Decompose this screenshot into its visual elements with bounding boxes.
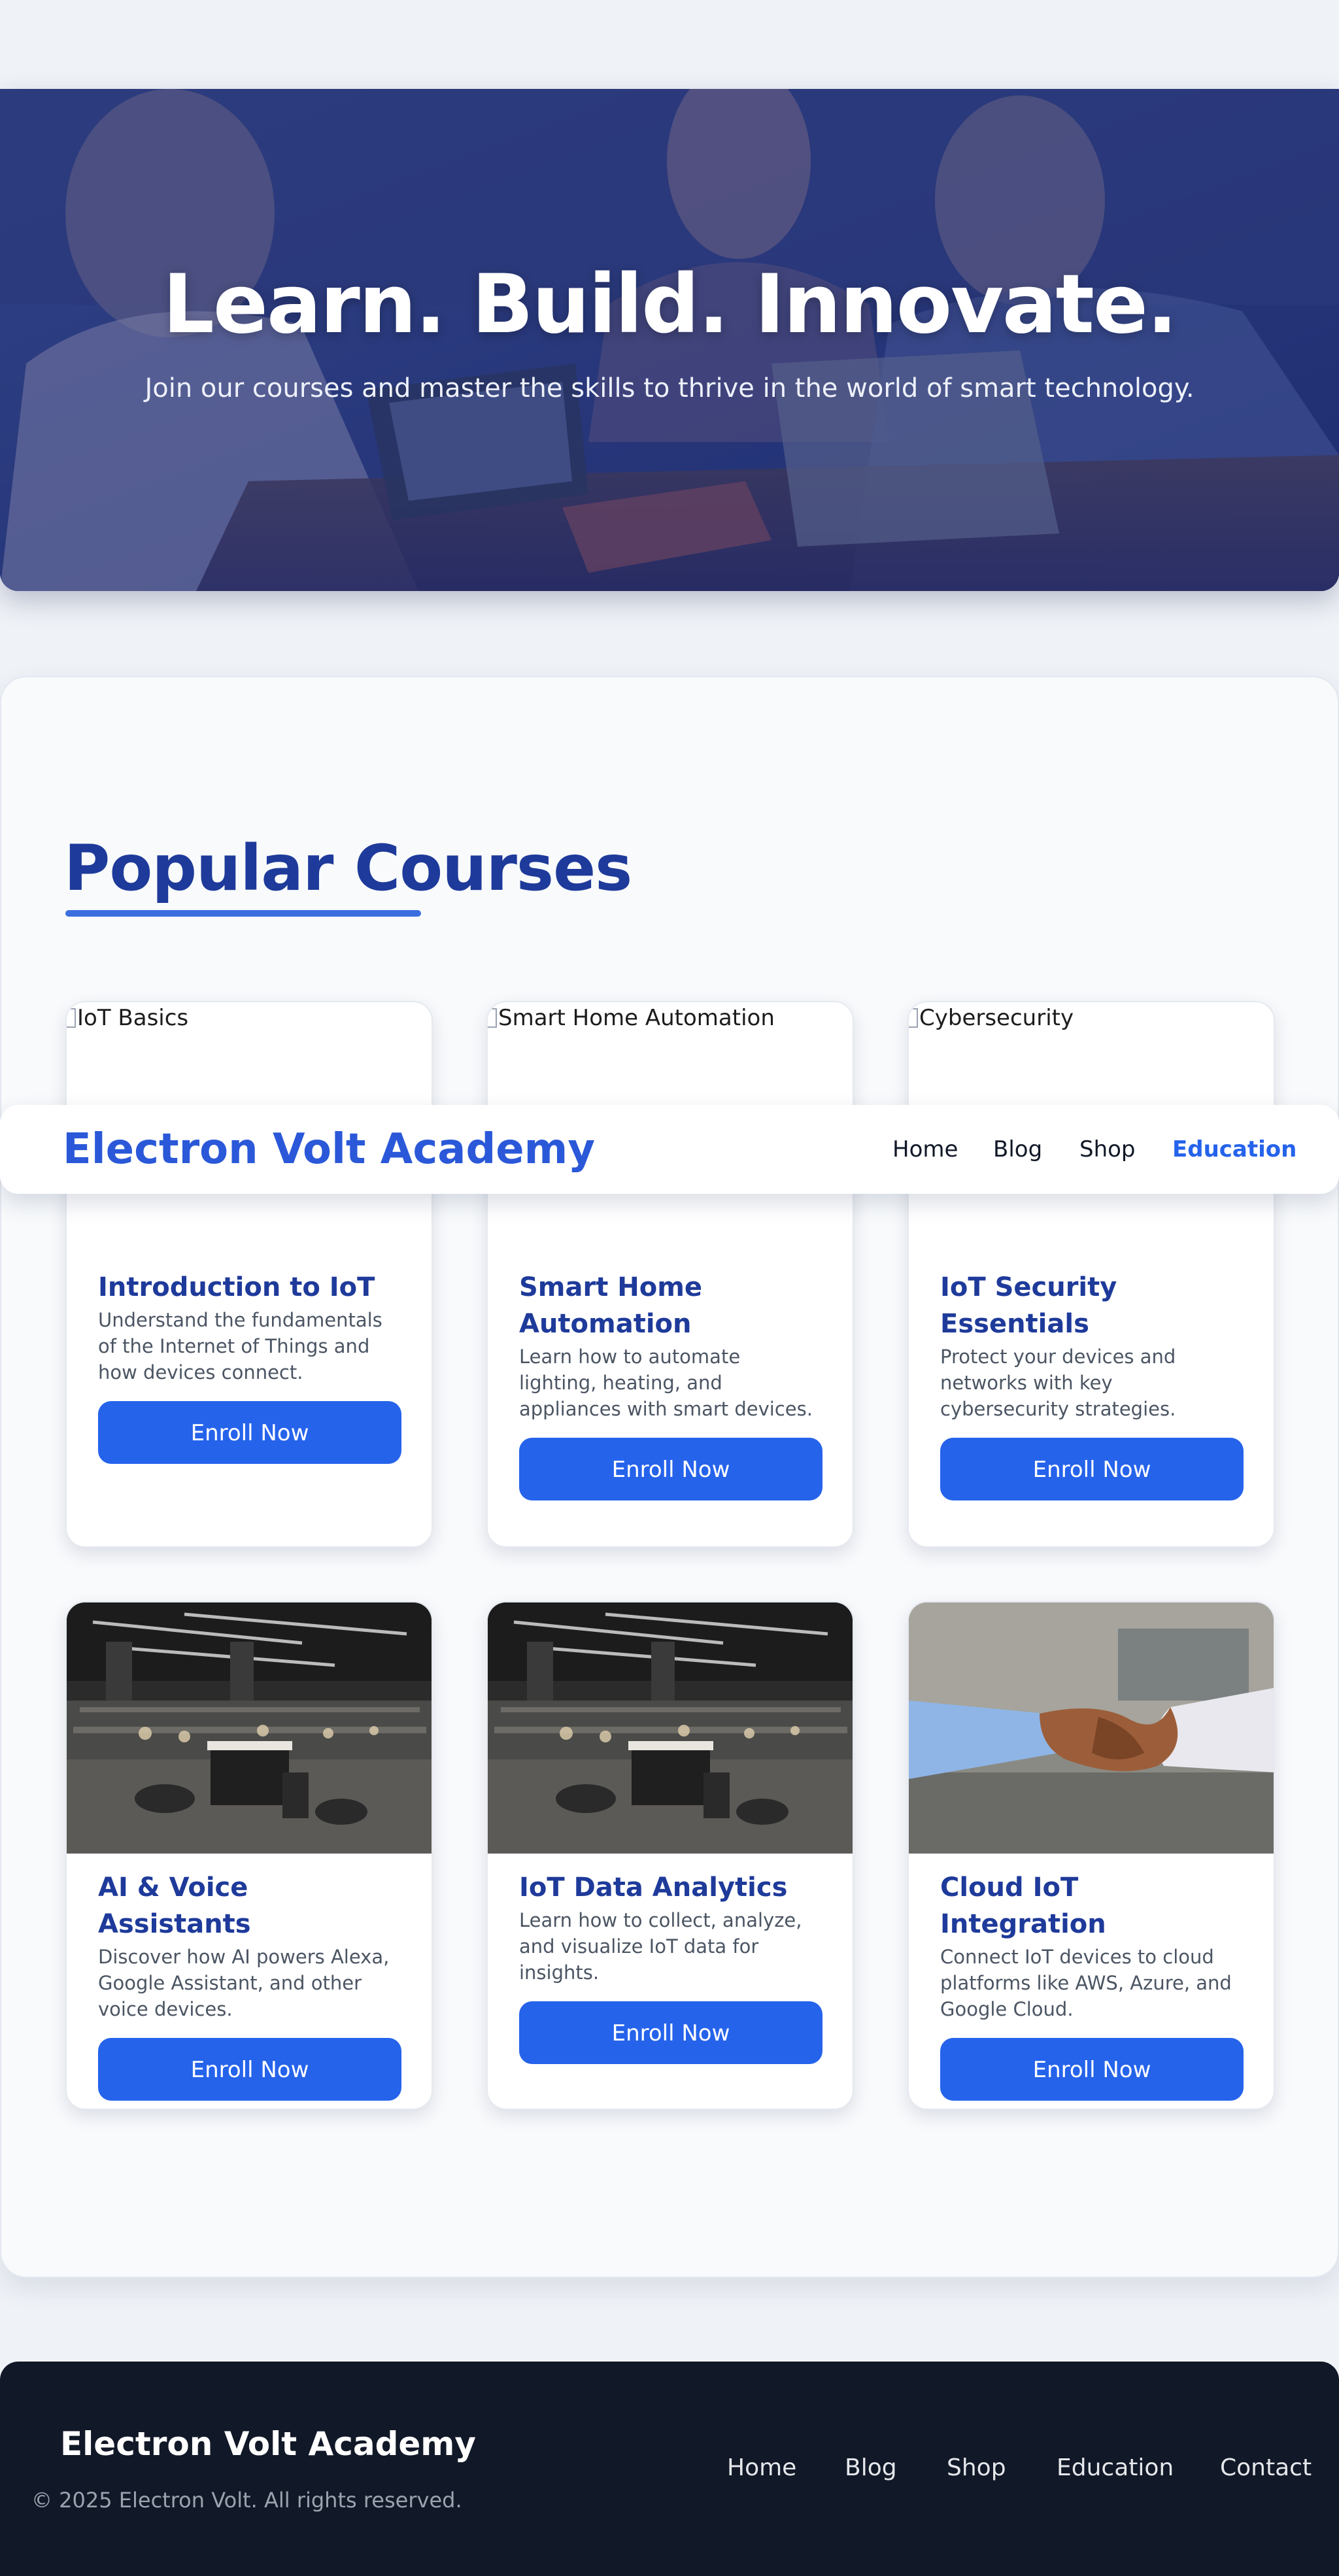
top-navbar: Electron Volt Academy Home Blog Shop Edu… (0, 1105, 1339, 1194)
nav-link-education[interactable]: Education (1172, 1105, 1297, 1194)
course-description: Learn how to automate lighting, heating,… (519, 1346, 813, 1420)
footer-link-contact[interactable]: Contact (1220, 2453, 1312, 2484)
course-card-iot-basics: IoT Basics Introduction to IoT Understan… (65, 1001, 433, 1548)
course-title: AI & Voice Assistants (98, 1873, 251, 1939)
image-alt-text: IoT Basics (77, 1005, 189, 1031)
course-title: Introduction to IoT (98, 1272, 375, 1302)
hero-subtitle: Join our courses and master the skills t… (144, 373, 1195, 403)
office-workspace-photo (488, 1602, 853, 1854)
course-image (488, 1602, 853, 1854)
footer-brand: Electron Volt Academy (60, 2425, 476, 2463)
nav-link-blog[interactable]: Blog (993, 1105, 1042, 1194)
enroll-button[interactable]: Enroll Now (940, 1438, 1244, 1500)
site-footer: Electron Volt Academy © 2025 Electron Vo… (0, 2362, 1339, 2576)
footer-link-home[interactable]: Home (727, 2453, 796, 2484)
handshake-photo (909, 1602, 1274, 1854)
course-description: Connect IoT devices to cloud platforms l… (940, 1946, 1232, 2020)
course-card-ai-voice: AI & Voice Assistants Discover how AI po… (65, 1601, 433, 2110)
enroll-button[interactable]: Enroll Now (940, 2038, 1244, 2101)
course-title: IoT Data Analytics (519, 1873, 788, 1903)
enroll-button[interactable]: Enroll Now (519, 1438, 822, 1500)
course-description: Understand the fundamentals of the Inter… (98, 1309, 382, 1383)
course-title: Cloud IoT Integration (940, 1873, 1106, 1939)
enroll-button[interactable]: Enroll Now (519, 2001, 822, 2064)
course-card-cloud-iot: Cloud IoT Integration Connect IoT device… (907, 1601, 1275, 2110)
course-image (909, 1602, 1274, 1854)
hero-title: Learn. Build. Innovate. (162, 258, 1178, 352)
course-description: Protect your devices and networks with k… (940, 1346, 1176, 1420)
section-title: Popular Courses (64, 832, 632, 905)
course-description: Learn how to collect, analyze, and visua… (519, 1909, 802, 1984)
broken-image-icon (488, 1008, 497, 1028)
image-alt-text: Cybersecurity (919, 1005, 1074, 1031)
popular-courses-section: Popular Courses IoT Basics Introduction … (0, 676, 1339, 2278)
enroll-button[interactable]: Enroll Now (98, 1401, 401, 1464)
brand-logo-text[interactable]: Electron Volt Academy (63, 1105, 595, 1194)
course-description: Discover how AI powers Alexa, Google Ass… (98, 1946, 390, 2020)
course-title: Smart Home Automation (519, 1272, 703, 1339)
office-workspace-photo (67, 1602, 432, 1854)
enroll-button[interactable]: Enroll Now (98, 2038, 401, 2101)
nav-link-shop[interactable]: Shop (1079, 1105, 1136, 1194)
hero-banner: Learn. Build. Innovate. Join our courses… (0, 89, 1339, 591)
course-title: IoT Security Essentials (940, 1272, 1117, 1339)
course-card-data-analytics: IoT Data Analytics Learn how to collect,… (486, 1601, 854, 2110)
footer-link-blog[interactable]: Blog (845, 2453, 897, 2484)
course-card-smart-home: Smart Home Automation Smart Home Automat… (486, 1001, 854, 1548)
broken-image-icon (909, 1008, 918, 1028)
broken-image-icon (67, 1008, 76, 1028)
course-card-cybersecurity: Cybersecurity IoT Security Essentials Pr… (907, 1001, 1275, 1548)
title-underline (65, 910, 421, 917)
footer-copyright: © 2025 Electron Volt. All rights reserve… (31, 2488, 462, 2513)
footer-link-shop[interactable]: Shop (947, 2453, 1006, 2484)
nav-link-home[interactable]: Home (892, 1105, 958, 1194)
course-image (67, 1602, 432, 1854)
image-alt-text: Smart Home Automation (498, 1005, 775, 1031)
footer-link-education[interactable]: Education (1057, 2453, 1174, 2484)
